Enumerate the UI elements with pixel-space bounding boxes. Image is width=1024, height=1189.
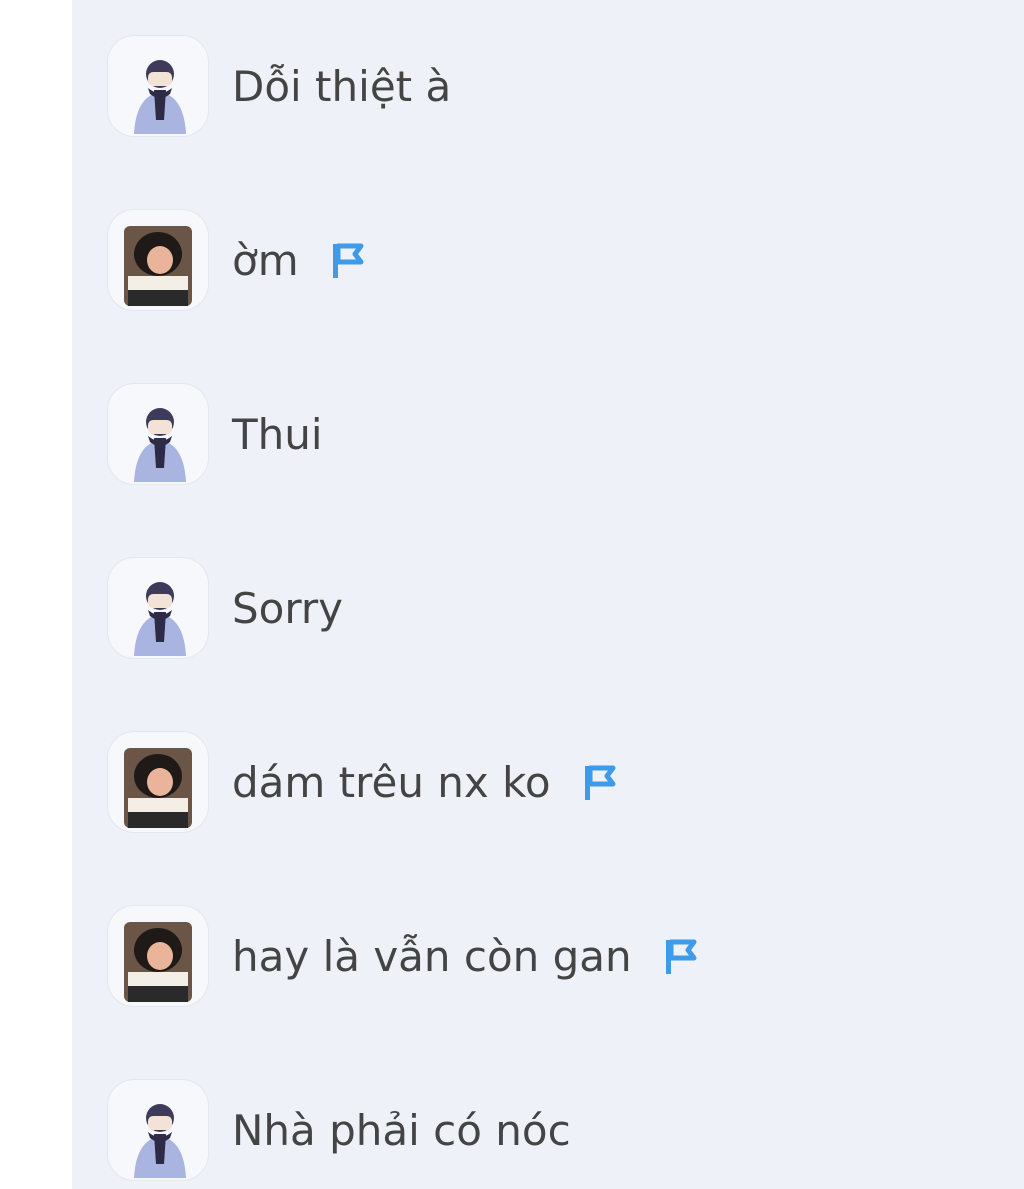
girl-avatar[interactable]: [108, 906, 208, 1006]
left-gutter: [0, 0, 72, 1189]
message-text: ờm: [232, 235, 299, 285]
boy-avatar[interactable]: [108, 384, 208, 484]
flag-icon[interactable]: [660, 936, 700, 976]
message-row[interactable]: hay là vẫn còn gan: [108, 904, 700, 1008]
girl-avatar[interactable]: [108, 732, 208, 832]
message-text: hay là vẫn còn gan: [232, 931, 632, 981]
message-row[interactable]: dám trêu nx ko: [108, 730, 619, 834]
message-row[interactable]: Sorry: [108, 556, 343, 660]
message-row[interactable]: Thui: [108, 382, 323, 486]
boy-avatar[interactable]: [108, 1080, 208, 1180]
chat-message-list[interactable]: Dỗi thiệt à ờm Thui Sorry dám trêu nx ko…: [72, 0, 1024, 1189]
message-text: Dỗi thiệt à: [232, 61, 452, 111]
message-text: Thui: [232, 409, 323, 459]
message-row[interactable]: ờm: [108, 208, 367, 312]
message-text: Nhà phải có nóc: [232, 1105, 571, 1155]
flag-icon[interactable]: [579, 762, 619, 802]
message-text: dám trêu nx ko: [232, 757, 551, 807]
message-row[interactable]: Dỗi thiệt à: [108, 34, 451, 138]
boy-avatar[interactable]: [108, 36, 208, 136]
boy-avatar[interactable]: [108, 558, 208, 658]
message-text: Sorry: [232, 583, 344, 633]
girl-avatar[interactable]: [108, 210, 208, 310]
message-row[interactable]: Nhà phải có nóc: [108, 1078, 571, 1182]
flag-icon[interactable]: [327, 240, 367, 280]
